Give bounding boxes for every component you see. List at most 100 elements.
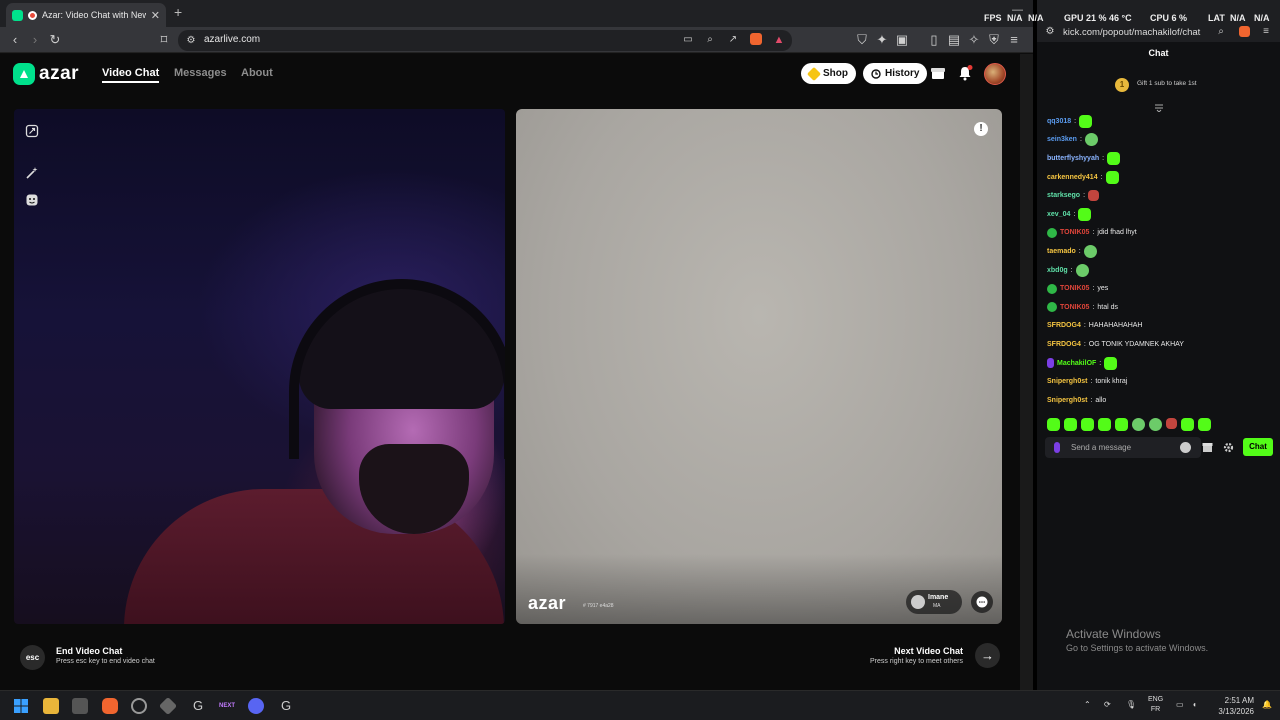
brave-rewards-icon[interactable]: ▲ — [772, 33, 786, 47]
tray-sync-icon[interactable]: ⟳ — [1104, 700, 1111, 709]
site-settings-icon[interactable]: ⚙ — [1043, 25, 1057, 39]
quick-emote-icon[interactable] — [1132, 418, 1145, 431]
brave-shields-icon[interactable] — [750, 33, 762, 45]
bell-icon[interactable] — [957, 65, 973, 81]
zoom-icon[interactable]: ⌕ — [703, 33, 717, 47]
tray-overflow-icon[interactable]: ⌃ — [1084, 700, 1091, 709]
emoji-icon[interactable] — [1180, 442, 1191, 453]
discord-icon[interactable] — [248, 698, 264, 714]
back-icon[interactable]: ‹ — [8, 33, 22, 47]
chat-username[interactable]: carkennedy414 — [1047, 174, 1098, 181]
gift-sub-banner[interactable]: 1 Gift 1 sub to take 1st — [1037, 74, 1280, 94]
shop-button[interactable]: Shop — [801, 63, 856, 84]
forward-icon[interactable]: › — [28, 33, 42, 47]
brave-shields-icon[interactable] — [1239, 26, 1250, 37]
pinned-collapse-icon[interactable] — [1154, 104, 1164, 112]
file-explorer-icon[interactable] — [43, 698, 59, 714]
chat-username[interactable]: MachakilOF — [1057, 360, 1096, 367]
nav-messages[interactable]: Messages — [174, 67, 227, 79]
volume-icon[interactable]: ◖ — [1192, 700, 1197, 709]
shield-icon[interactable]: ⛨ — [987, 33, 1001, 47]
chat-send-button[interactable]: Chat — [1243, 438, 1273, 456]
new-tab-button[interactable]: + — [174, 4, 182, 20]
azar-logo[interactable]: azar — [13, 63, 79, 85]
quick-emote-icon[interactable] — [1081, 418, 1094, 431]
chat-username[interactable]: SFRDOG4 — [1047, 322, 1081, 329]
gift-box-icon[interactable] — [930, 65, 946, 81]
mic-icon[interactable] — [1054, 442, 1060, 453]
chat-username[interactable]: TONIK05 — [1060, 229, 1089, 236]
quick-emote-icon[interactable] — [1098, 418, 1111, 431]
next-chat-button[interactable]: → — [975, 643, 1000, 668]
tab-azar[interactable]: Azar: Video Chat with New Pe ✕ — [6, 3, 166, 27]
chat-username[interactable]: Snipergh0st — [1047, 397, 1087, 404]
end-chat-esc-button[interactable]: esc — [20, 645, 45, 670]
swap-camera-icon[interactable] — [25, 124, 39, 138]
notifications-icon[interactable]: 🔔 — [1262, 700, 1272, 709]
chat-username[interactable]: starksego — [1047, 192, 1080, 199]
chat-username[interactable]: TONIK05 — [1060, 285, 1089, 292]
bookmark-icon[interactable]: ⌑ — [157, 33, 171, 47]
tab-icon[interactable]: ▣ — [895, 33, 909, 47]
chat-username[interactable]: taemado — [1047, 248, 1076, 255]
end-chat-title[interactable]: End Video Chat — [56, 646, 122, 656]
app-icon-g2[interactable]: G — [278, 698, 294, 714]
menu-icon[interactable]: ≡ — [1259, 25, 1273, 39]
quick-emote-icon[interactable] — [1047, 418, 1060, 431]
system-clock[interactable]: 2:51 AM 3/13/2026 — [1212, 695, 1254, 717]
close-tab-icon[interactable]: ✕ — [151, 9, 160, 22]
chat-url[interactable]: kick.com/popout/machakilof/chat — [1063, 27, 1200, 38]
leo-ai-icon[interactable]: ✧ — [967, 33, 981, 47]
app-icon-ring[interactable] — [131, 698, 147, 714]
quick-emote-icon[interactable] — [1115, 418, 1128, 431]
extensions-icon[interactable]: ✦ — [875, 33, 889, 47]
settings-gear-icon[interactable] — [1223, 442, 1234, 453]
chat-input-box[interactable] — [1045, 437, 1201, 458]
windows-start-icon[interactable] — [13, 698, 29, 714]
profile-avatar[interactable] — [984, 63, 1006, 85]
store-icon[interactable] — [1202, 442, 1213, 453]
menu-icon[interactable]: ≡ — [1007, 33, 1021, 47]
report-icon[interactable]: ! — [974, 122, 988, 136]
reload-icon[interactable]: ↻ — [48, 33, 62, 47]
chat-username[interactable]: Snipergh0st — [1047, 378, 1087, 385]
chat-username[interactable]: sein3ken — [1047, 136, 1077, 143]
history-button[interactable]: History — [863, 63, 928, 84]
address-bar[interactable]: ⚙ azarlive.com ▭ ⌕ ↗ ▲ — [178, 30, 792, 51]
sidebar-icon[interactable]: ▯ — [927, 33, 941, 47]
wallet-icon[interactable]: ▤ — [947, 33, 961, 47]
site-settings-icon[interactable]: ⚙ — [184, 34, 198, 48]
quick-emote-icon[interactable] — [1166, 418, 1177, 429]
cast-icon[interactable]: ▭ — [681, 33, 695, 47]
app-icon-g[interactable]: G — [190, 698, 206, 714]
next-app-icon[interactable]: NEXT — [216, 698, 238, 714]
partner-profile-pill[interactable]: Imane MA — [906, 590, 962, 614]
chat-username[interactable]: butterflyshyyah — [1047, 155, 1099, 162]
chat-username[interactable]: TONIK05 — [1060, 304, 1089, 311]
quick-emote-icon[interactable] — [1149, 418, 1162, 431]
nav-about[interactable]: About — [241, 67, 273, 79]
chat-username[interactable]: xbd0g — [1047, 267, 1068, 274]
chat-username[interactable]: qq3018 — [1047, 118, 1071, 125]
vpn-icon[interactable]: ⛉ — [855, 33, 869, 47]
share-icon[interactable]: ↗ — [726, 33, 740, 47]
chat-username[interactable]: xev_04 — [1047, 211, 1070, 218]
brave-browser-icon[interactable] — [102, 698, 118, 714]
quick-emote-icon[interactable] — [1198, 418, 1211, 431]
nav-video-chat[interactable]: Video Chat — [102, 67, 160, 83]
app-icon-diamond[interactable] — [158, 696, 178, 716]
magic-wand-icon[interactable] — [25, 166, 39, 180]
message-bubble-button[interactable] — [971, 591, 993, 613]
face-filter-icon[interactable] — [25, 193, 39, 207]
network-icon[interactable]: ▭ — [1176, 700, 1184, 709]
next-chat-title[interactable]: Next Video Chat — [894, 646, 963, 656]
quick-emote-icon[interactable] — [1181, 418, 1194, 431]
chat-message-input[interactable] — [1071, 440, 1171, 455]
chat-username[interactable]: SFRDOG4 — [1047, 341, 1081, 348]
tray-mic-icon[interactable]: 🎙 — [1126, 700, 1136, 709]
store-app-icon[interactable] — [72, 698, 88, 714]
quick-emote-icon[interactable] — [1064, 418, 1077, 431]
zoom-icon[interactable]: ⌕ — [1214, 25, 1228, 39]
language-indicator[interactable]: ENG FR — [1148, 695, 1163, 715]
page-scrollbar[interactable] — [1020, 54, 1033, 690]
